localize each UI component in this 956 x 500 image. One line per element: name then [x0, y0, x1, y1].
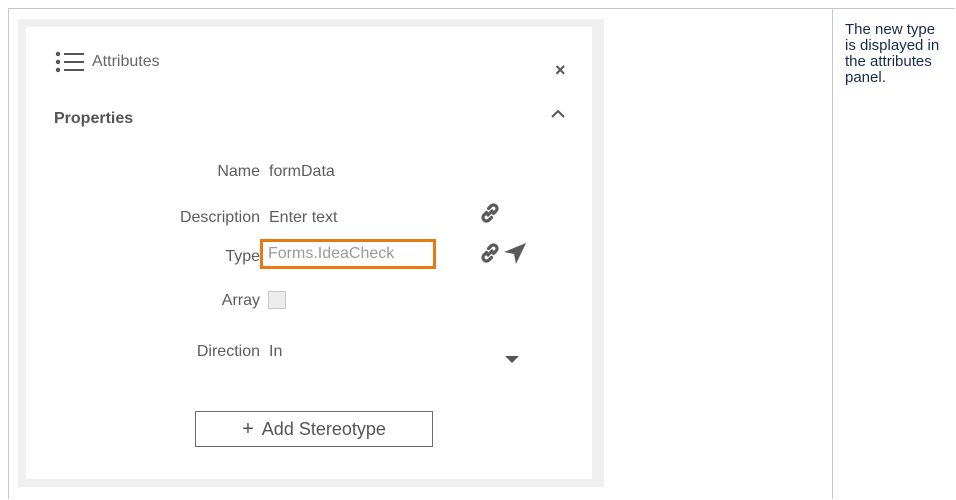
- description-cell: The new type is displayed in the attribu…: [833, 9, 955, 499]
- direction-select[interactable]: In: [269, 343, 282, 361]
- direction-label: Direction: [196, 343, 260, 360]
- type-field-highlighted[interactable]: Forms.IdeaCheck: [260, 239, 436, 269]
- link-icon[interactable]: [478, 201, 502, 225]
- navigation-arrow-icon[interactable]: [502, 241, 528, 265]
- panel-frame: Attributes × Properties Name formData De…: [18, 19, 604, 487]
- name-label: Name: [217, 163, 260, 180]
- list-icon: [55, 51, 84, 73]
- array-label: Array: [221, 292, 260, 309]
- caret-down-icon[interactable]: [505, 356, 519, 363]
- type-label: Type: [225, 248, 260, 265]
- name-field[interactable]: formData: [269, 163, 335, 181]
- panel-header: Attributes: [54, 49, 160, 75]
- section-title: Properties: [54, 110, 134, 127]
- close-button[interactable]: ×: [555, 61, 566, 79]
- add-stereotype-button[interactable]: + Add Stereotype: [195, 411, 433, 447]
- description-note: The new type is displayed in the attribu…: [845, 21, 940, 86]
- description-field[interactable]: Enter text: [269, 209, 337, 227]
- array-checkbox[interactable]: [268, 291, 286, 309]
- type-value: Forms.IdeaCheck: [268, 245, 395, 262]
- chevron-up-icon[interactable]: [549, 107, 567, 121]
- panel-title: Attributes: [92, 53, 160, 70]
- plus-icon: +: [242, 417, 254, 440]
- description-label: Description: [179, 209, 260, 226]
- add-stereotype-label: Add Stereotype: [261, 418, 386, 439]
- type-link-icon[interactable]: [478, 241, 502, 265]
- attributes-panel: Attributes × Properties Name formData De…: [26, 27, 592, 479]
- screenshot-cell: Attributes × Properties Name formData De…: [9, 9, 833, 499]
- doc-table: Attributes × Properties Name formData De…: [8, 8, 955, 499]
